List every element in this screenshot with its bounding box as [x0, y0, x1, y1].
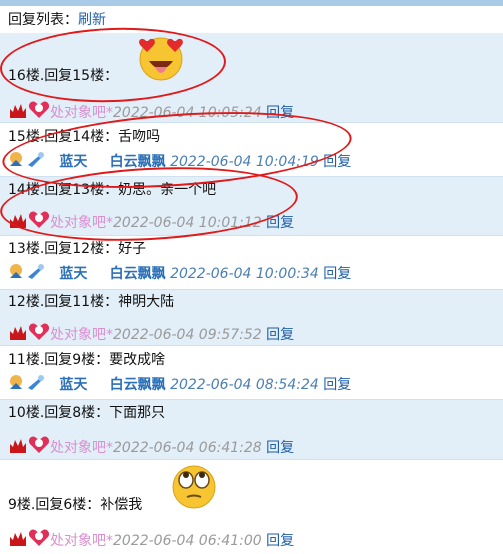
heart-eyes-emoji-icon [136, 33, 186, 85]
username-link[interactable]: 处对象吧* [50, 215, 113, 231]
reply-content: 11楼.回复9楼：要改成啥 [8, 352, 166, 368]
username-link[interactable]: 白云飘飘 [110, 154, 166, 170]
username-link[interactable]: 蓝天 [59, 266, 87, 282]
avatar-badge-icon [8, 374, 26, 396]
username-link[interactable]: 蓝天 [59, 377, 87, 393]
refresh-link[interactable]: 刷新 [78, 12, 106, 28]
reply-timestamp: 2022-06-04 10:05:24 [113, 105, 262, 121]
avatar-badge-icon [8, 263, 26, 285]
reply-row: 16楼.回复15楼： 处对象吧*2022-06-04 10:05:24 回复 [0, 33, 503, 123]
reply-button[interactable]: 回复 [266, 440, 294, 456]
reply-timestamp: 2022-06-04 08:54:24 [170, 377, 319, 393]
reply-content: 13楼.回复12楼：好子 [8, 241, 147, 257]
heart-badge-icon [28, 322, 50, 348]
reply-meta: 处对象吧*2022-06-04 06:41:28 回复 [8, 435, 294, 456]
header-title: 回复列表： [8, 12, 78, 28]
rocket-icon [26, 151, 46, 173]
reply-meta: 处对象吧*2022-06-04 09:57:52 回复 [8, 322, 294, 343]
username-link[interactable]: 处对象吧* [50, 533, 113, 549]
fire-level-icon [8, 102, 28, 124]
heart-badge-icon [28, 528, 50, 554]
avatar-badge-icon [8, 151, 26, 173]
top-border [0, 0, 503, 6]
reply-row: 11楼.回复9楼：要改成啥 蓝天 白云飘飘 2022-06-04 08:54:2… [0, 346, 503, 400]
reply-content: 16楼.回复15楼： [8, 68, 119, 84]
reply-timestamp: 2022-06-04 10:00:34 [170, 266, 319, 282]
username-link[interactable]: 处对象吧* [50, 440, 113, 456]
fire-level-icon [8, 324, 28, 346]
reply-button[interactable]: 回复 [266, 105, 294, 121]
reply-meta: 处对象吧*2022-06-04 06:41:00 回复 [8, 528, 294, 549]
username-link[interactable]: 处对象吧* [50, 105, 113, 121]
username-link[interactable]: 白云飘飘 [110, 266, 166, 282]
reply-content: 15楼.回复14楼：舌吻吗 [8, 129, 161, 145]
reply-meta: 蓝天 白云飘飘 2022-06-04 10:04:19 回复 [8, 151, 351, 171]
reply-button[interactable]: 回复 [266, 215, 294, 231]
fire-level-icon [8, 212, 28, 234]
reply-button[interactable]: 回复 [323, 154, 351, 170]
reply-meta: 处对象吧*2022-06-04 10:05:24 回复 [8, 100, 294, 121]
reply-content: 12楼.回复11楼：神明大陆 [8, 294, 175, 310]
eye-roll-emoji-icon [168, 463, 220, 515]
reply-row: 12楼.回复11楼：神明大陆 处对象吧*2022-06-04 09:57:52 … [0, 290, 503, 346]
reply-content: 10楼.回复8楼：下面那只 [8, 405, 166, 421]
reply-row: 15楼.回复14楼：舌吻吗 蓝天 白云飘飘 2022-06-04 10:04:1… [0, 123, 503, 177]
reply-content: 9楼.回复6楼：补偿我 [8, 497, 143, 513]
reply-button[interactable]: 回复 [323, 266, 351, 282]
rocket-icon [26, 374, 46, 396]
reply-meta: 蓝天 白云飘飘 2022-06-04 10:00:34 回复 [8, 263, 351, 283]
fire-level-icon [8, 437, 28, 459]
reply-timestamp: 2022-06-04 06:41:00 [113, 533, 262, 549]
reply-timestamp: 2022-06-04 10:04:19 [170, 154, 319, 170]
reply-row: 9楼.回复6楼：补偿我 处对象吧*2022-06-04 06:41:00 回复 [0, 460, 503, 552]
heart-badge-icon [28, 210, 50, 236]
reply-timestamp: 2022-06-04 06:41:28 [113, 440, 262, 456]
reply-meta: 蓝天 白云飘飘 2022-06-04 08:54:24 回复 [8, 374, 351, 394]
reply-row: 13楼.回复12楼：好子 蓝天 白云飘飘 2022-06-04 10:00:34… [0, 236, 503, 290]
username-link[interactable]: 白云飘飘 [110, 377, 166, 393]
reply-list-header: 回复列表：刷新 [8, 9, 106, 31]
username-link[interactable]: 处对象吧* [50, 327, 113, 343]
reply-row: 10楼.回复8楼：下面那只 处对象吧*2022-06-04 06:41:28 回… [0, 400, 503, 460]
reply-button[interactable]: 回复 [323, 377, 351, 393]
reply-button[interactable]: 回复 [266, 327, 294, 343]
heart-badge-icon [28, 435, 50, 461]
fire-level-icon [8, 530, 28, 552]
username-link[interactable]: 蓝天 [59, 154, 87, 170]
reply-row: 14楼.回复13楼：奶思。亲一个吧 处对象吧*2022-06-04 10:01:… [0, 177, 503, 236]
reply-timestamp: 2022-06-04 10:01:12 [113, 215, 262, 231]
reply-timestamp: 2022-06-04 09:57:52 [113, 327, 262, 343]
reply-content: 14楼.回复13楼：奶思。亲一个吧 [8, 182, 217, 198]
rocket-icon [26, 263, 46, 285]
reply-button[interactable]: 回复 [266, 533, 294, 549]
reply-meta: 处对象吧*2022-06-04 10:01:12 回复 [8, 210, 294, 231]
